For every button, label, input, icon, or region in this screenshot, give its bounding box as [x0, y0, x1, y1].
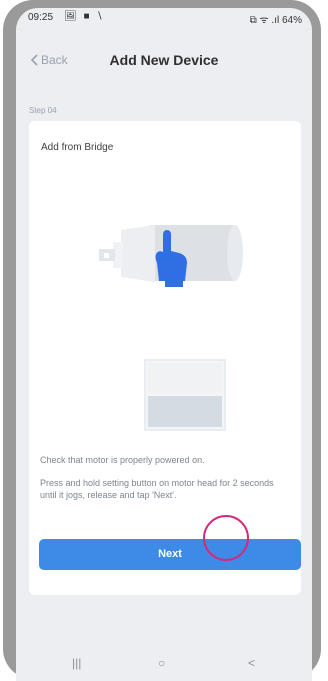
- motor-illustration: [99, 225, 243, 287]
- status-notification-icons: 🖼 ■ ∖: [64, 11, 105, 22]
- set-button-label: Set: [162, 256, 172, 262]
- app-header: Back Add New Device: [16, 30, 312, 88]
- phone-frame: 09:25 🖼 ■ ∖ ⧉ ᯤ .ıl 64% Back Add New Dev…: [3, 0, 321, 681]
- recent-apps-button[interactable]: |||: [72, 656, 81, 670]
- system-back-button[interactable]: <: [248, 656, 255, 670]
- app-screen: 09:25 🖼 ■ ∖ ⧉ ᯤ .ıl 64% Back Add New Dev…: [16, 8, 312, 681]
- next-button[interactable]: Next: [39, 539, 301, 570]
- instruction-press-hold: Press and hold setting button on motor h…: [40, 478, 274, 500]
- instruction-card: Add from Bridge Set Check that motor is: [29, 121, 301, 595]
- touch-indicator-circle: [203, 515, 249, 561]
- status-bar: 09:25 🖼 ■ ∖ ⧉ ᯤ .ıl 64%: [16, 8, 312, 30]
- instruction-power: Check that motor is properly powered on.: [40, 455, 205, 465]
- home-button[interactable]: ○: [158, 656, 165, 670]
- android-nav-bar: ||| ○ <: [16, 648, 312, 681]
- window-shade-icon: [144, 359, 226, 431]
- status-time: 09:25: [28, 12, 54, 23]
- shade-lower-pane: [148, 396, 222, 427]
- step-label: Step 04: [29, 106, 57, 115]
- status-battery-signal: ⧉ ᯤ .ıl 64%: [249, 15, 302, 26]
- page-title: Add New Device: [109, 52, 219, 68]
- shade-upper-pane: [148, 363, 222, 393]
